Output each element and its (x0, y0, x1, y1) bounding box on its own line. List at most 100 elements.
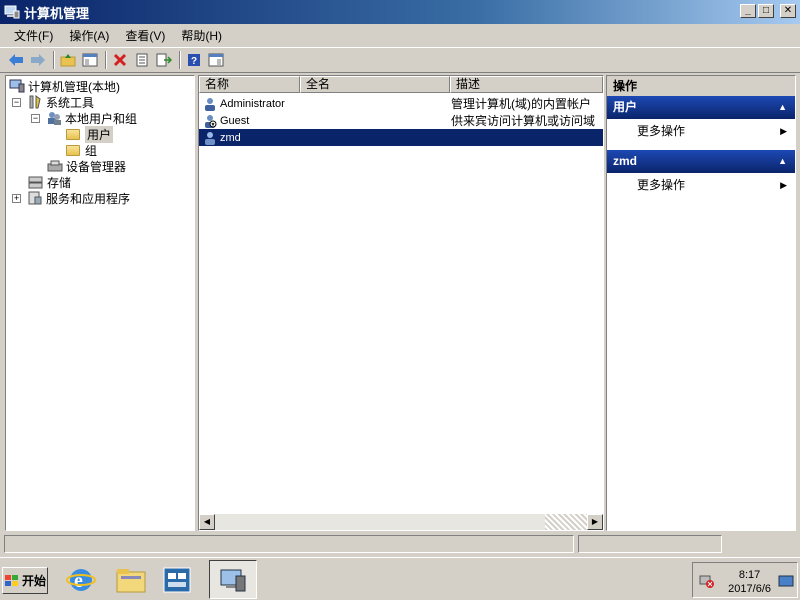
status-field-secondary (578, 535, 722, 553)
section-title: zmd (613, 154, 637, 168)
forward-icon[interactable] (28, 50, 48, 70)
network-error-icon[interactable] (699, 573, 715, 592)
export-list-icon[interactable] (154, 50, 174, 70)
windows-logo-icon (4, 574, 18, 586)
svg-text:?: ? (191, 56, 197, 67)
tree-item-device-manager[interactable]: 设备管理器 (47, 158, 126, 174)
start-button[interactable]: 开始 (2, 567, 48, 594)
folder-icon (66, 142, 82, 158)
users-group-icon (46, 110, 62, 126)
minimize-button[interactable]: _ (740, 4, 756, 18)
folder-icon (66, 126, 82, 142)
collapse-icon[interactable]: − (31, 113, 40, 123)
tree-label-groups: 组 (85, 143, 98, 158)
menu-action[interactable]: 操作(A) (61, 27, 117, 44)
tree-label-local-users-groups: 本地用户和组 (65, 111, 138, 126)
tree-item-local-users-groups[interactable]: − 本地用户和组 (31, 110, 137, 126)
clock-time: 8:17 (738, 569, 761, 581)
system-tray: 8:17 2017/6/6 (692, 562, 798, 598)
scroll-left-icon[interactable]: ◀ (199, 514, 215, 530)
file-explorer-icon[interactable] (112, 562, 150, 598)
scroll-thumb[interactable] (545, 514, 587, 530)
title-bar[interactable]: 计算机管理 _ □ ✕ (0, 0, 800, 24)
more-actions-zmd[interactable]: 更多操作 ▶ (607, 175, 795, 195)
taskbar: 开始 e 8:17 2017/6/6 (0, 557, 800, 600)
section-title: 用户 (613, 100, 638, 114)
tree-item-groups[interactable]: 组 (66, 142, 97, 158)
delete-icon[interactable] (110, 50, 130, 70)
clock-date: 2017/6/6 (728, 583, 771, 595)
actions-section-zmd[interactable]: zmd ▲ (607, 150, 795, 173)
menu-help[interactable]: 帮助(H) (173, 27, 230, 44)
collapse-up-icon[interactable]: ▲ (778, 96, 787, 119)
start-label: 开始 (21, 574, 46, 588)
storage-icon (28, 174, 44, 190)
tree-item-computer-management[interactable]: 计算机管理(本地) (9, 78, 120, 94)
tools-icon (27, 94, 43, 110)
computer-management-icon (9, 78, 25, 94)
actions-header: 操作 (607, 76, 795, 96)
tree-label-users: 用户 (85, 125, 114, 143)
user-name: Guest (220, 114, 250, 127)
user-icon (203, 131, 217, 145)
console-tree[interactable]: 计算机管理(本地) − 系统工具 − 本地用户和组 用户 组 设备管理器 存储 … (5, 75, 195, 531)
user-icon (203, 97, 217, 111)
computer-management-icon (220, 569, 246, 591)
services-icon (27, 190, 43, 206)
toolbar: ? (0, 47, 800, 73)
server-manager-icon[interactable] (158, 562, 196, 598)
more-actions-label: 更多操作 (637, 178, 686, 192)
horizontal-scrollbar[interactable]: ◀ ▶ (199, 514, 603, 530)
list-header: 名称 全名 描述 (199, 76, 603, 93)
user-name: Administrator (220, 97, 285, 110)
tree-label-services-apps: 服务和应用程序 (46, 191, 131, 206)
computer-management-icon (4, 4, 20, 20)
menu-file[interactable]: 文件(F) (6, 27, 61, 44)
column-header-name[interactable]: 名称 (199, 76, 300, 93)
tree-item-users[interactable]: 用户 (66, 125, 114, 143)
list-item[interactable]: Administrator 管理计算机(域)的内置帐户 (199, 95, 603, 112)
status-bar (0, 533, 800, 555)
scroll-right-icon[interactable]: ▶ (587, 514, 603, 530)
collapse-icon[interactable]: − (12, 97, 21, 107)
taskbar-computer-management-button[interactable] (209, 560, 257, 599)
svg-text:e: e (74, 570, 83, 592)
collapse-up-icon[interactable]: ▲ (778, 150, 787, 173)
user-description: 管理计算机(域)的内置帐户 (451, 97, 591, 111)
menu-view[interactable]: 查看(V) (117, 27, 173, 44)
tree-item-services-apps[interactable]: + 服务和应用程序 (12, 190, 130, 206)
submenu-arrow-icon: ▶ (780, 180, 787, 190)
list-item[interactable]: Guest 供来宾访问计算机或访问域 (199, 112, 603, 129)
internet-explorer-icon[interactable]: e (62, 562, 100, 598)
user-description: 供来宾访问计算机或访问域 (451, 114, 596, 128)
column-header-description[interactable]: 描述 (450, 76, 603, 93)
column-header-full-name[interactable]: 全名 (300, 76, 450, 93)
tree-item-system-tools[interactable]: − 系统工具 (12, 94, 94, 110)
tree-label-system-tools: 系统工具 (46, 95, 95, 110)
actions-section-users[interactable]: 用户 ▲ (607, 96, 795, 119)
result-list[interactable]: 名称 全名 描述 Administrator 管理计算机(域)的内置帐户 Gue… (198, 75, 604, 531)
properties-icon[interactable] (132, 50, 152, 70)
tree-label-device-manager: 设备管理器 (66, 159, 127, 174)
show-hide-action-pane-icon[interactable] (206, 50, 226, 70)
close-button[interactable]: ✕ (780, 4, 796, 18)
tree-item-storage[interactable]: 存储 (28, 174, 71, 190)
list-item-selected[interactable]: zmd (199, 129, 603, 146)
window-title: 计算机管理 (24, 5, 90, 21)
menu-bar: 文件(F) 操作(A) 查看(V) 帮助(H) (0, 24, 800, 46)
maximize-button[interactable]: □ (758, 4, 774, 18)
status-field-main (4, 535, 574, 553)
disabled-user-icon (203, 114, 217, 128)
show-desktop-icon[interactable] (778, 575, 794, 590)
tree-label-storage: 存储 (47, 175, 72, 190)
help-icon[interactable]: ? (184, 50, 204, 70)
tree-label-root: 计算机管理(本地) (28, 79, 120, 94)
more-actions-users[interactable]: 更多操作 ▶ (607, 121, 795, 141)
actions-pane: 操作 用户 ▲ 更多操作 ▶ zmd ▲ 更多操作 ▶ (606, 75, 796, 531)
show-hide-tree-icon[interactable] (80, 50, 100, 70)
clock[interactable]: 8:17 2017/6/6 (728, 568, 771, 596)
expand-icon[interactable]: + (12, 193, 21, 203)
back-icon[interactable] (6, 50, 26, 70)
user-name: zmd (220, 131, 241, 144)
up-folder-icon[interactable] (58, 50, 78, 70)
